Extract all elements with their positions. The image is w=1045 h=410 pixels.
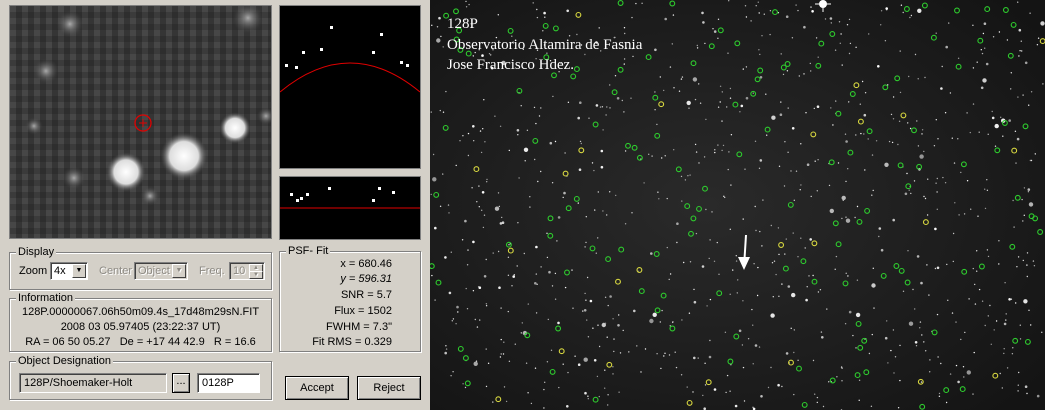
info-datetime: 2008 03 05.97405 (23:22:37 UT): [60, 321, 221, 333]
object-designation-group-title: Object Designation: [16, 355, 113, 367]
spin-down-icon[interactable]: ▼: [249, 271, 263, 279]
display-group-title: Display: [16, 246, 57, 258]
zoom-image-view[interactable]: [9, 5, 272, 239]
target-circle-icon: [134, 114, 152, 132]
caption-observer: Jose Francisco Hdez.: [447, 57, 575, 73]
astrometrica-psf-dialog: Display Zoom 4x ▼ Center Object ▼ Freq. …: [0, 0, 430, 410]
object-name-field[interactable]: 128P/Shoemaker-Holt: [19, 373, 167, 393]
caption-object: 128P: [447, 16, 478, 32]
caption-observatory: Observatorio Altamira de Fasnia: [447, 37, 643, 53]
psf-profile-plot: [279, 5, 421, 169]
center-select-value: Object: [138, 265, 170, 277]
zoom-label: Zoom: [19, 265, 48, 277]
psf-residual-plot: [279, 176, 421, 240]
chevron-down-icon[interactable]: ▼: [172, 264, 186, 278]
object-code-field[interactable]: 0128P: [197, 373, 260, 393]
info-filename: 128P.00000067.06h50m09.4s_17d48m29sN.FIT: [21, 306, 260, 318]
center-select[interactable]: Object ▼: [134, 262, 188, 280]
zoom-select-value: 4x: [54, 265, 66, 277]
arrow-down-icon: [738, 234, 750, 270]
information-group-title: Information: [16, 292, 76, 304]
information-group: Information 128P.00000067.06h50m09.4s_17…: [9, 292, 272, 352]
chevron-down-icon[interactable]: ▼: [72, 264, 86, 278]
psf-fit-group-title: PSF- Fit: [286, 245, 331, 257]
psf-fit-group: PSF- Fit x = 680.46 y = 596.31 SNR = 5.7…: [279, 245, 421, 352]
psf-flux-value: Flux = 1502: [334, 305, 392, 317]
display-group: Display Zoom 4x ▼ Center Object ▼ Freq. …: [9, 246, 272, 290]
reject-button[interactable]: Reject: [357, 376, 421, 400]
sky-image: 128P Observatorio Altamira de Fasnia Jos…: [430, 0, 1045, 410]
freq-spinner-value: 10: [233, 265, 246, 277]
psf-y-value: y = 596.31: [340, 273, 392, 285]
psf-fit-rms-value: Fit RMS = 0.329: [312, 336, 392, 348]
object-designation-group: Object Designation 128P/Shoemaker-Holt .…: [9, 355, 272, 400]
freq-spinner[interactable]: 10 ▲ ▼: [229, 262, 265, 280]
freq-label: Freq.: [199, 265, 225, 277]
psf-snr-value: SNR = 5.7: [340, 289, 392, 301]
info-coordinates: RA = 06 50 05.27 De = +17 44 42.9 R = 16…: [25, 336, 256, 348]
center-label: Center: [99, 265, 133, 277]
psf-x-value: x = 680.46: [340, 258, 392, 270]
browse-object-button[interactable]: ...: [172, 373, 190, 393]
accept-button[interactable]: Accept: [285, 376, 349, 400]
zoom-select[interactable]: 4x ▼: [50, 262, 88, 280]
psf-fwhm-value: FWHM = 7.3": [326, 321, 392, 333]
